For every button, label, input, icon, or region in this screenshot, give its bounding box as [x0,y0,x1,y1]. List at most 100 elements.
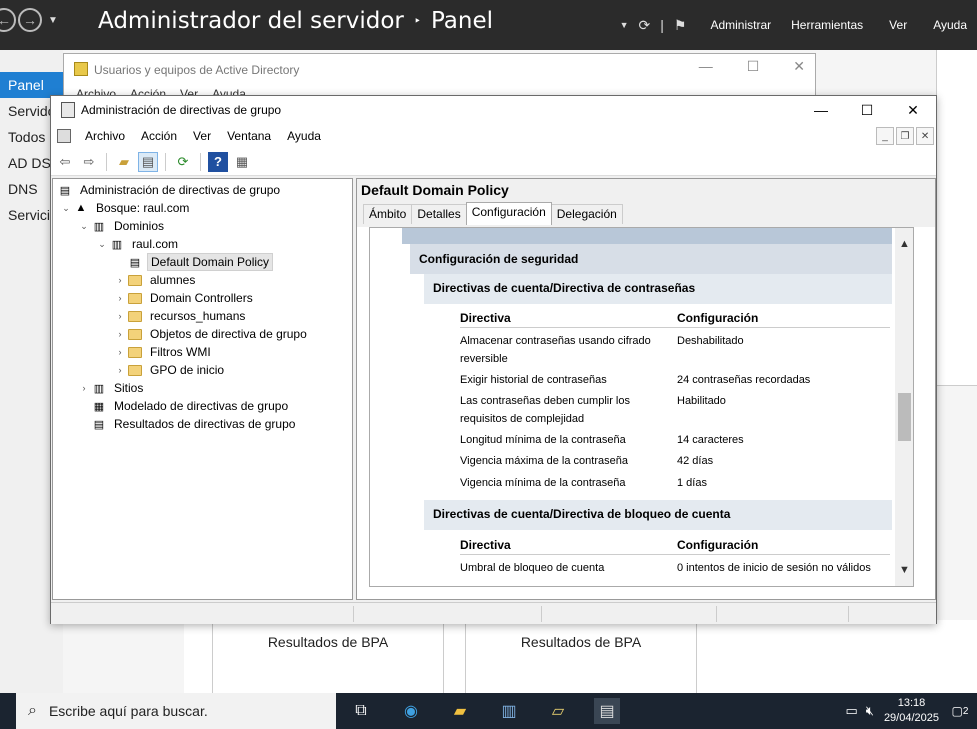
scroll-up-icon[interactable]: ▲ [899,238,910,250]
tree-item-starter-gpo[interactable]: › GPO de inicio [113,361,227,379]
ad-window-controls: — ☐ ✕ [699,58,805,75]
bpa-tile-2[interactable]: Resultados de BPA [465,620,697,693]
back-arrow-icon[interactable]: ⇦ [55,152,75,172]
tab-ambito[interactable]: Ámbito [363,204,413,224]
policy-row: Almacenar contraseñas usando cifrado rev… [460,332,890,368]
volume-muted-icon[interactable]: 🔇︎ [866,703,874,719]
network-icon[interactable]: ▭ [845,703,857,719]
menu-ver[interactable]: Ver [873,18,923,32]
file-explorer-icon[interactable]: ▰ [447,698,473,724]
tree-item-results[interactable]: ▤ Resultados de directivas de grupo [77,415,298,433]
show-tree-icon[interactable]: ▤ [138,151,158,172]
col-setting: Configuración [677,311,759,325]
menu-ver[interactable]: Ver [185,129,219,143]
up-folder-icon[interactable]: ▰ [114,152,134,172]
collapse-icon[interactable]: ⌄ [77,221,91,232]
ad-users-icon[interactable]: ▱ [545,698,571,724]
tree-item-domains[interactable]: ⌄ ▥ Dominios [77,217,167,235]
menu-ayuda[interactable]: Ayuda [279,129,329,143]
expand-icon[interactable]: › [113,293,127,303]
tree-item-domain-controllers[interactable]: › Domain Controllers [113,289,256,307]
toolbar-separator [106,152,107,171]
col-policy: Directiva [460,538,511,552]
tree-label: Bosque: raul.com [96,201,190,215]
edge-icon[interactable]: ◉ [398,698,424,724]
collapse-icon[interactable]: ⌄ [95,239,109,250]
report-body: Configuración de seguridad Directivas de… [370,228,895,586]
mdi-doc-icon[interactable] [57,129,71,143]
menu-ventana[interactable]: Ventana [219,129,279,143]
password-policy-heading[interactable]: Directivas de cuenta/Directiva de contra… [424,274,892,304]
expand-icon[interactable]: › [113,329,127,339]
mdi-restore-icon[interactable]: ❐ [896,127,914,145]
notifications-icon[interactable]: ▢ 2 [949,700,971,722]
policy-value: Habilitado [677,395,726,407]
expand-icon[interactable]: › [113,311,127,321]
menu-ayuda[interactable]: Ayuda [923,18,977,32]
properties-icon[interactable]: ▦ [232,152,252,172]
tab-configuracion[interactable]: Configuración [465,202,552,225]
back-icon[interactable]: ← [0,8,16,32]
tree-label: Filtros WMI [150,345,211,359]
tree-label: alumnes [150,273,196,287]
forward-arrow-icon[interactable]: ⇨ [79,152,99,172]
refresh-icon[interactable]: ⟳ [173,152,193,172]
tree-label: Modelado de directivas de grupo [114,399,289,413]
gpmc-taskbar-icon[interactable]: ▤ [594,698,620,724]
menu-archivo[interactable]: Archivo [77,129,133,143]
forward-icon[interactable]: → [18,8,42,32]
task-view-icon[interactable]: ⧉ [348,698,374,724]
expand-icon[interactable]: › [113,347,127,357]
tab-delegacion[interactable]: Delegación [550,204,623,224]
gpmc-menubar: Archivo Acción Ver Ventana Ayuda _ ❐ ✕ [51,124,936,148]
refresh-icon[interactable]: ⟳ [639,17,651,34]
bpa-label: Resultados de BPA [267,634,389,650]
taskbar-search[interactable]: ⌕ Escribe aquí para buscar. [16,693,336,729]
mdi-close-icon[interactable]: ✕ [916,127,934,145]
clock[interactable]: 13:18 29/04/2025 [884,696,939,726]
minimize-icon[interactable]: — [699,58,713,75]
expand-icon[interactable]: › [113,275,127,285]
tab-detalles[interactable]: Detalles [411,204,467,224]
nav-dropdown-icon[interactable]: ▼ [48,15,58,26]
tree-item-gpo-objects[interactable]: › Objetos de directiva de grupo [113,325,310,343]
expand-icon[interactable]: › [113,365,127,375]
tree-item-forest[interactable]: ⌄ ▲ Bosque: raul.com [59,199,192,217]
status-divider [848,606,849,622]
policy-value: 24 contraseñas recordadas [677,374,811,386]
maximize-icon[interactable]: ☐ [844,96,890,124]
mdi-minimize-icon[interactable]: _ [876,127,894,145]
collapse-icon[interactable]: ⌄ [59,203,73,214]
policy-name: Umbral de bloqueo de cuenta [460,562,605,574]
maximize-icon[interactable]: ☐ [747,58,760,75]
toolbar-separator [165,152,166,171]
tree-item-domain[interactable]: ⌄ ▥ raul.com [95,235,181,253]
tree-item-recursos-humans[interactable]: › recursos_humans [113,307,248,325]
lockout-policy-heading[interactable]: Directivas de cuenta/Directiva de bloque… [424,500,892,530]
report-scrollbar[interactable]: ▲ ▼ [895,228,913,586]
tree-item-modeling[interactable]: ▦ Modelado de directivas de grupo [77,397,291,415]
scroll-thumb[interactable] [898,393,911,441]
tree-item-sites[interactable]: › ▥ Sitios [77,379,146,397]
menu-herramientas[interactable]: Herramientas [781,18,873,32]
bpa-tile-1[interactable]: Resultados de BPA [212,620,444,693]
close-icon[interactable]: ✕ [890,96,936,124]
dropdown-icon[interactable]: ▼ [620,20,629,30]
tree-item-default-domain-policy[interactable]: ▤ Default Domain Policy [113,253,274,271]
minimize-icon[interactable]: — [798,96,844,124]
server-manager-icon[interactable]: ▥ [496,698,522,724]
gpmc-window-controls: — ☐ ✕ [798,96,936,124]
tree-item-alumnes[interactable]: › alumnes [113,271,198,289]
expand-icon[interactable]: › [77,383,91,393]
help-icon[interactable]: ? [208,151,228,172]
gpo-details-pane: Default Domain Policy Ámbito Detalles Co… [356,178,936,600]
section-heading[interactable]: Configuración de seguridad [410,244,892,274]
menu-administrar[interactable]: Administrar [700,18,781,32]
tree-item-wmi-filters[interactable]: › Filtros WMI [113,343,214,361]
folder-icon [127,327,143,341]
close-icon[interactable]: ✕ [793,58,805,75]
scroll-down-icon[interactable]: ▼ [899,564,910,576]
menu-accion[interactable]: Acción [133,129,185,143]
flag-icon[interactable]: ⚑ [674,17,687,34]
tree-item-root[interactable]: ▤ Administración de directivas de grupo [57,181,283,199]
